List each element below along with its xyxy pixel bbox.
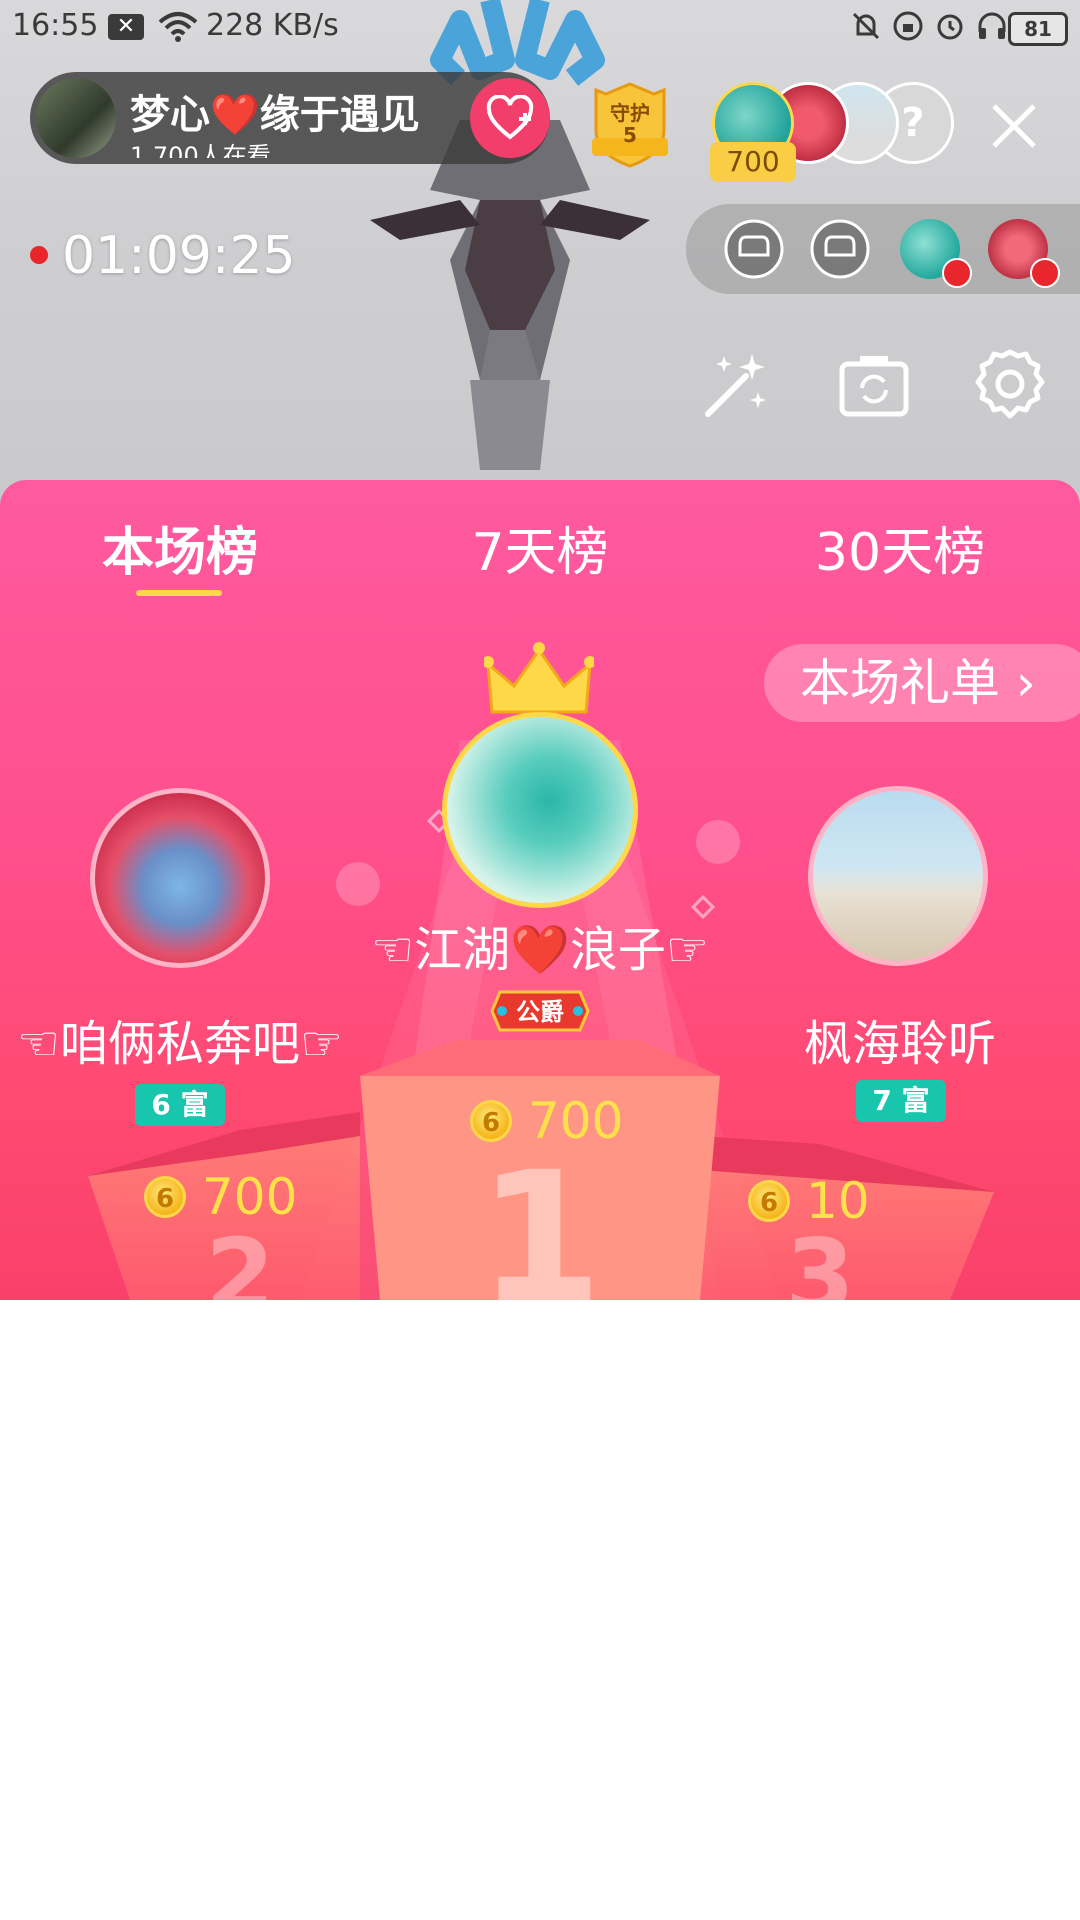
rank-3-score: 6 10	[748, 1172, 870, 1230]
svg-text:2: 2	[205, 1217, 275, 1300]
rank-3-name: 枫海聆听	[803, 1016, 996, 1072]
follow-button[interactable]	[470, 78, 550, 158]
settings-gear-icon[interactable]	[970, 346, 1050, 426]
empty-seat-icon[interactable]	[810, 219, 870, 279]
seat-badge-icon	[942, 258, 972, 288]
ranking-panel: 本场榜 7天榜 30天榜 本场礼单 › 1 2 3 ☜江湖❤️浪子☞ ☜咱俩私奔…	[0, 480, 1080, 1300]
close-notification-icon: ✕	[108, 14, 144, 40]
status-icons	[850, 10, 1008, 42]
ranking-list-area	[0, 1300, 1080, 1920]
close-icon[interactable]	[984, 96, 1044, 156]
rank-2-score-value: 700	[202, 1168, 298, 1226]
rotation-lock-icon	[893, 11, 923, 41]
guard-badge[interactable]: 守护 5	[584, 80, 676, 170]
rank-1-score: 6 700	[470, 1092, 623, 1150]
rank-2-score: 6 700	[144, 1168, 297, 1226]
rank-3-rich-level-badge: 7 富	[856, 1080, 946, 1122]
host-name: 梦心❤️缘于遇见	[130, 92, 420, 138]
seat-badge-icon	[1030, 258, 1060, 288]
rank-2-name: ☜咱俩私奔吧☞	[16, 1016, 344, 1072]
host-viewer-count: 1,700人在看	[130, 142, 271, 158]
mute-bell-icon	[852, 12, 880, 40]
rank-3-avatar[interactable]	[808, 786, 988, 966]
rank-1-score-value: 700	[528, 1092, 624, 1150]
top-viewer-score-badge: 700	[710, 142, 796, 182]
guard-count: 5	[623, 123, 637, 147]
coin-icon: 6	[470, 1100, 512, 1142]
coin-icon: 6	[144, 1176, 186, 1218]
headphones-icon	[978, 12, 1006, 39]
network-speed: 228 KB/s	[206, 8, 339, 43]
alarm-icon	[937, 14, 963, 40]
host-avatar[interactable]	[36, 78, 116, 158]
rank-1-name: ☜江湖❤️浪子☞	[371, 922, 709, 978]
magic-wand-icon[interactable]	[696, 346, 776, 426]
wifi-icon	[158, 12, 198, 42]
host-info-capsule[interactable]: 梦心❤️缘于遇见 1,700人在看	[30, 72, 550, 164]
rank-2-rich-level-badge: 6 富	[135, 1084, 225, 1126]
title-badge-label: 公爵	[516, 998, 564, 1026]
coin-icon: 6	[748, 1180, 790, 1222]
empty-seat-icon[interactable]	[724, 219, 784, 279]
battery-icon: 81	[1008, 12, 1068, 46]
rank-3-score-value: 10	[806, 1172, 870, 1230]
duke-title-badge: 公爵	[490, 990, 590, 1032]
status-bar: 16:55 ✕ 228 KB/s 81	[0, 0, 1080, 54]
crown-icon	[484, 642, 594, 714]
svg-text:1: 1	[477, 1134, 602, 1300]
seat-strip	[686, 204, 1080, 294]
rank-1-avatar[interactable]	[442, 712, 638, 908]
live-elapsed-time: 01:09:25	[62, 226, 296, 286]
status-time: 16:55	[12, 8, 99, 43]
camera-flip-icon[interactable]	[834, 346, 914, 426]
rank-2-avatar[interactable]	[90, 788, 270, 968]
guard-label: 守护	[610, 101, 650, 125]
heart-plus-icon	[486, 95, 534, 140]
live-indicator-dot	[30, 246, 48, 264]
